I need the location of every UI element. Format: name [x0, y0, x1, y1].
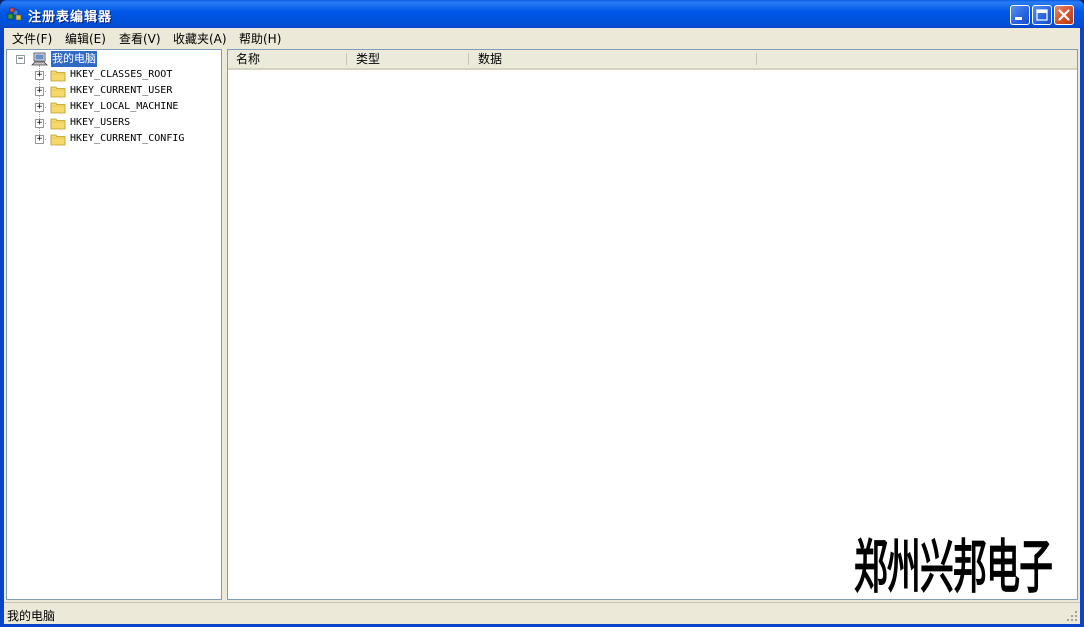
status-text: 我的电脑	[7, 609, 56, 623]
tree-item-label[interactable]: HKEY_CURRENT_USER	[70, 83, 172, 99]
tree-item-hkey-users[interactable]: + HKEY_USERS	[7, 115, 221, 131]
folder-icon	[50, 86, 66, 98]
tree-item-hkey-current-user[interactable]: + HKEY_CURRENT_USER	[7, 83, 221, 99]
collapse-minus-icon[interactable]: −	[16, 55, 25, 64]
key-tree-pane[interactable]: − 我的电脑 + HKEY_CLASSES_ROOT + HKEY_CURREN…	[6, 49, 222, 600]
folder-icon	[50, 102, 66, 114]
minimize-icon	[1015, 17, 1022, 20]
tree-item-label[interactable]: HKEY_CLASSES_ROOT	[70, 67, 172, 83]
tree-item-hkey-current-config[interactable]: + HKEY_CURRENT_CONFIG	[7, 131, 221, 147]
column-divider[interactable]	[346, 53, 347, 65]
registry-editor-icon	[7, 7, 22, 21]
column-header-type[interactable]: 类型	[348, 50, 468, 68]
menu-view[interactable]: 查看(V)	[119, 30, 161, 47]
expand-plus-icon[interactable]: +	[35, 71, 44, 80]
column-header-data[interactable]: 数据	[470, 50, 756, 68]
tree-item-hkey-local-machine[interactable]: + HKEY_LOCAL_MACHINE	[7, 99, 221, 115]
maximize-icon	[1036, 9, 1048, 21]
values-list-pane[interactable]: 名称 类型 数据	[227, 49, 1078, 600]
title-bar[interactable]: 注册表编辑器	[0, 0, 1084, 28]
expand-plus-icon[interactable]: +	[35, 87, 44, 96]
menu-edit[interactable]: 编辑(E)	[65, 30, 106, 47]
column-divider[interactable]	[468, 53, 469, 65]
expand-plus-icon[interactable]: +	[35, 103, 44, 112]
tree-item-label[interactable]: HKEY_USERS	[70, 115, 130, 131]
tree-item-label[interactable]: HKEY_CURRENT_CONFIG	[70, 131, 184, 147]
menu-help[interactable]: 帮助(H)	[239, 30, 281, 47]
tree-root-label[interactable]: 我的电脑	[51, 51, 97, 67]
registry-editor-window: 注册表编辑器 文件(F) 编辑(E) 查看(V) 收藏夹(A) 帮助(H) − …	[0, 0, 1084, 627]
minimize-button[interactable]	[1010, 5, 1030, 25]
folder-icon	[50, 70, 66, 82]
tree-root-row[interactable]: − 我的电脑	[7, 51, 221, 67]
column-header-name[interactable]: 名称	[228, 50, 346, 68]
menu-favorites[interactable]: 收藏夹(A)	[173, 30, 227, 47]
computer-icon	[31, 52, 48, 66]
folder-icon	[50, 134, 66, 146]
tree-item-label[interactable]: HKEY_LOCAL_MACHINE	[70, 99, 178, 115]
maximize-button[interactable]	[1032, 5, 1052, 25]
menu-bar: 文件(F) 编辑(E) 查看(V) 收藏夹(A) 帮助(H)	[4, 28, 1080, 48]
tree-item-hkey-classes-root[interactable]: + HKEY_CLASSES_ROOT	[7, 67, 221, 83]
resize-grip-icon[interactable]	[1066, 610, 1078, 622]
expand-plus-icon[interactable]: +	[35, 119, 44, 128]
window-frame-right	[1080, 28, 1084, 627]
status-bar: 我的电脑	[4, 602, 1080, 624]
list-header: 名称 类型 数据	[228, 50, 1077, 70]
close-button[interactable]	[1054, 5, 1074, 25]
column-divider[interactable]	[756, 53, 757, 65]
expand-plus-icon[interactable]: +	[35, 135, 44, 144]
folder-icon	[50, 118, 66, 130]
close-icon	[1058, 9, 1070, 21]
window-title: 注册表编辑器	[28, 10, 113, 25]
watermark-text: 郑州兴邦电子	[854, 533, 1053, 601]
menu-file[interactable]: 文件(F)	[12, 30, 52, 47]
